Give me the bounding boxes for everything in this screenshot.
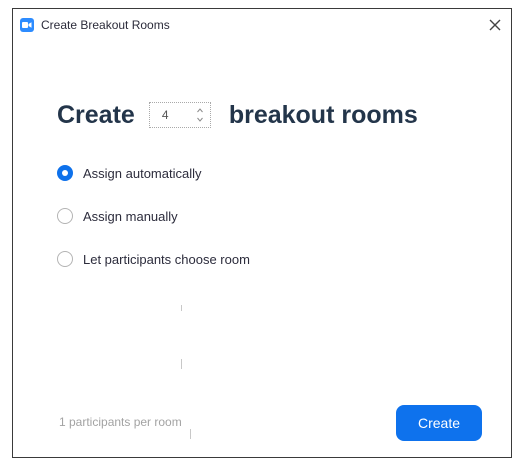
scan-speck: [190, 429, 191, 439]
option-label: Assign manually: [83, 208, 178, 224]
participants-per-room-note: 1 participants per room: [59, 415, 182, 429]
radio-assign-manually[interactable]: [57, 208, 73, 224]
stepper-arrows-icon[interactable]: [196, 105, 204, 125]
option-assign-manually[interactable]: Assign manually: [57, 206, 178, 226]
create-breakout-rooms-dialog: Create Breakout Rooms Create 4 breakout …: [12, 8, 512, 458]
scan-speck: [181, 359, 182, 369]
radio-assign-automatically[interactable]: [57, 165, 73, 181]
create-button[interactable]: Create: [396, 405, 482, 441]
option-label: Let participants choose room: [83, 251, 250, 267]
close-icon[interactable]: [485, 15, 505, 35]
zoom-camera-icon: [20, 18, 34, 32]
option-let-participants-choose[interactable]: Let participants choose room: [57, 249, 250, 269]
room-count-value: 4: [161, 108, 169, 122]
option-assign-automatically[interactable]: Assign automatically: [57, 163, 202, 183]
heading-prefix: Create: [57, 101, 135, 129]
window-title: Create Breakout Rooms: [41, 18, 170, 32]
scan-speck: [181, 305, 182, 311]
heading-suffix: breakout rooms: [228, 101, 418, 129]
radio-let-participants-choose[interactable]: [57, 251, 73, 267]
room-count-stepper[interactable]: 4: [148, 102, 211, 128]
heading-row: Create 4 breakout rooms: [57, 97, 418, 133]
title-bar: Create Breakout Rooms: [13, 9, 511, 43]
option-label: Assign automatically: [83, 165, 202, 181]
